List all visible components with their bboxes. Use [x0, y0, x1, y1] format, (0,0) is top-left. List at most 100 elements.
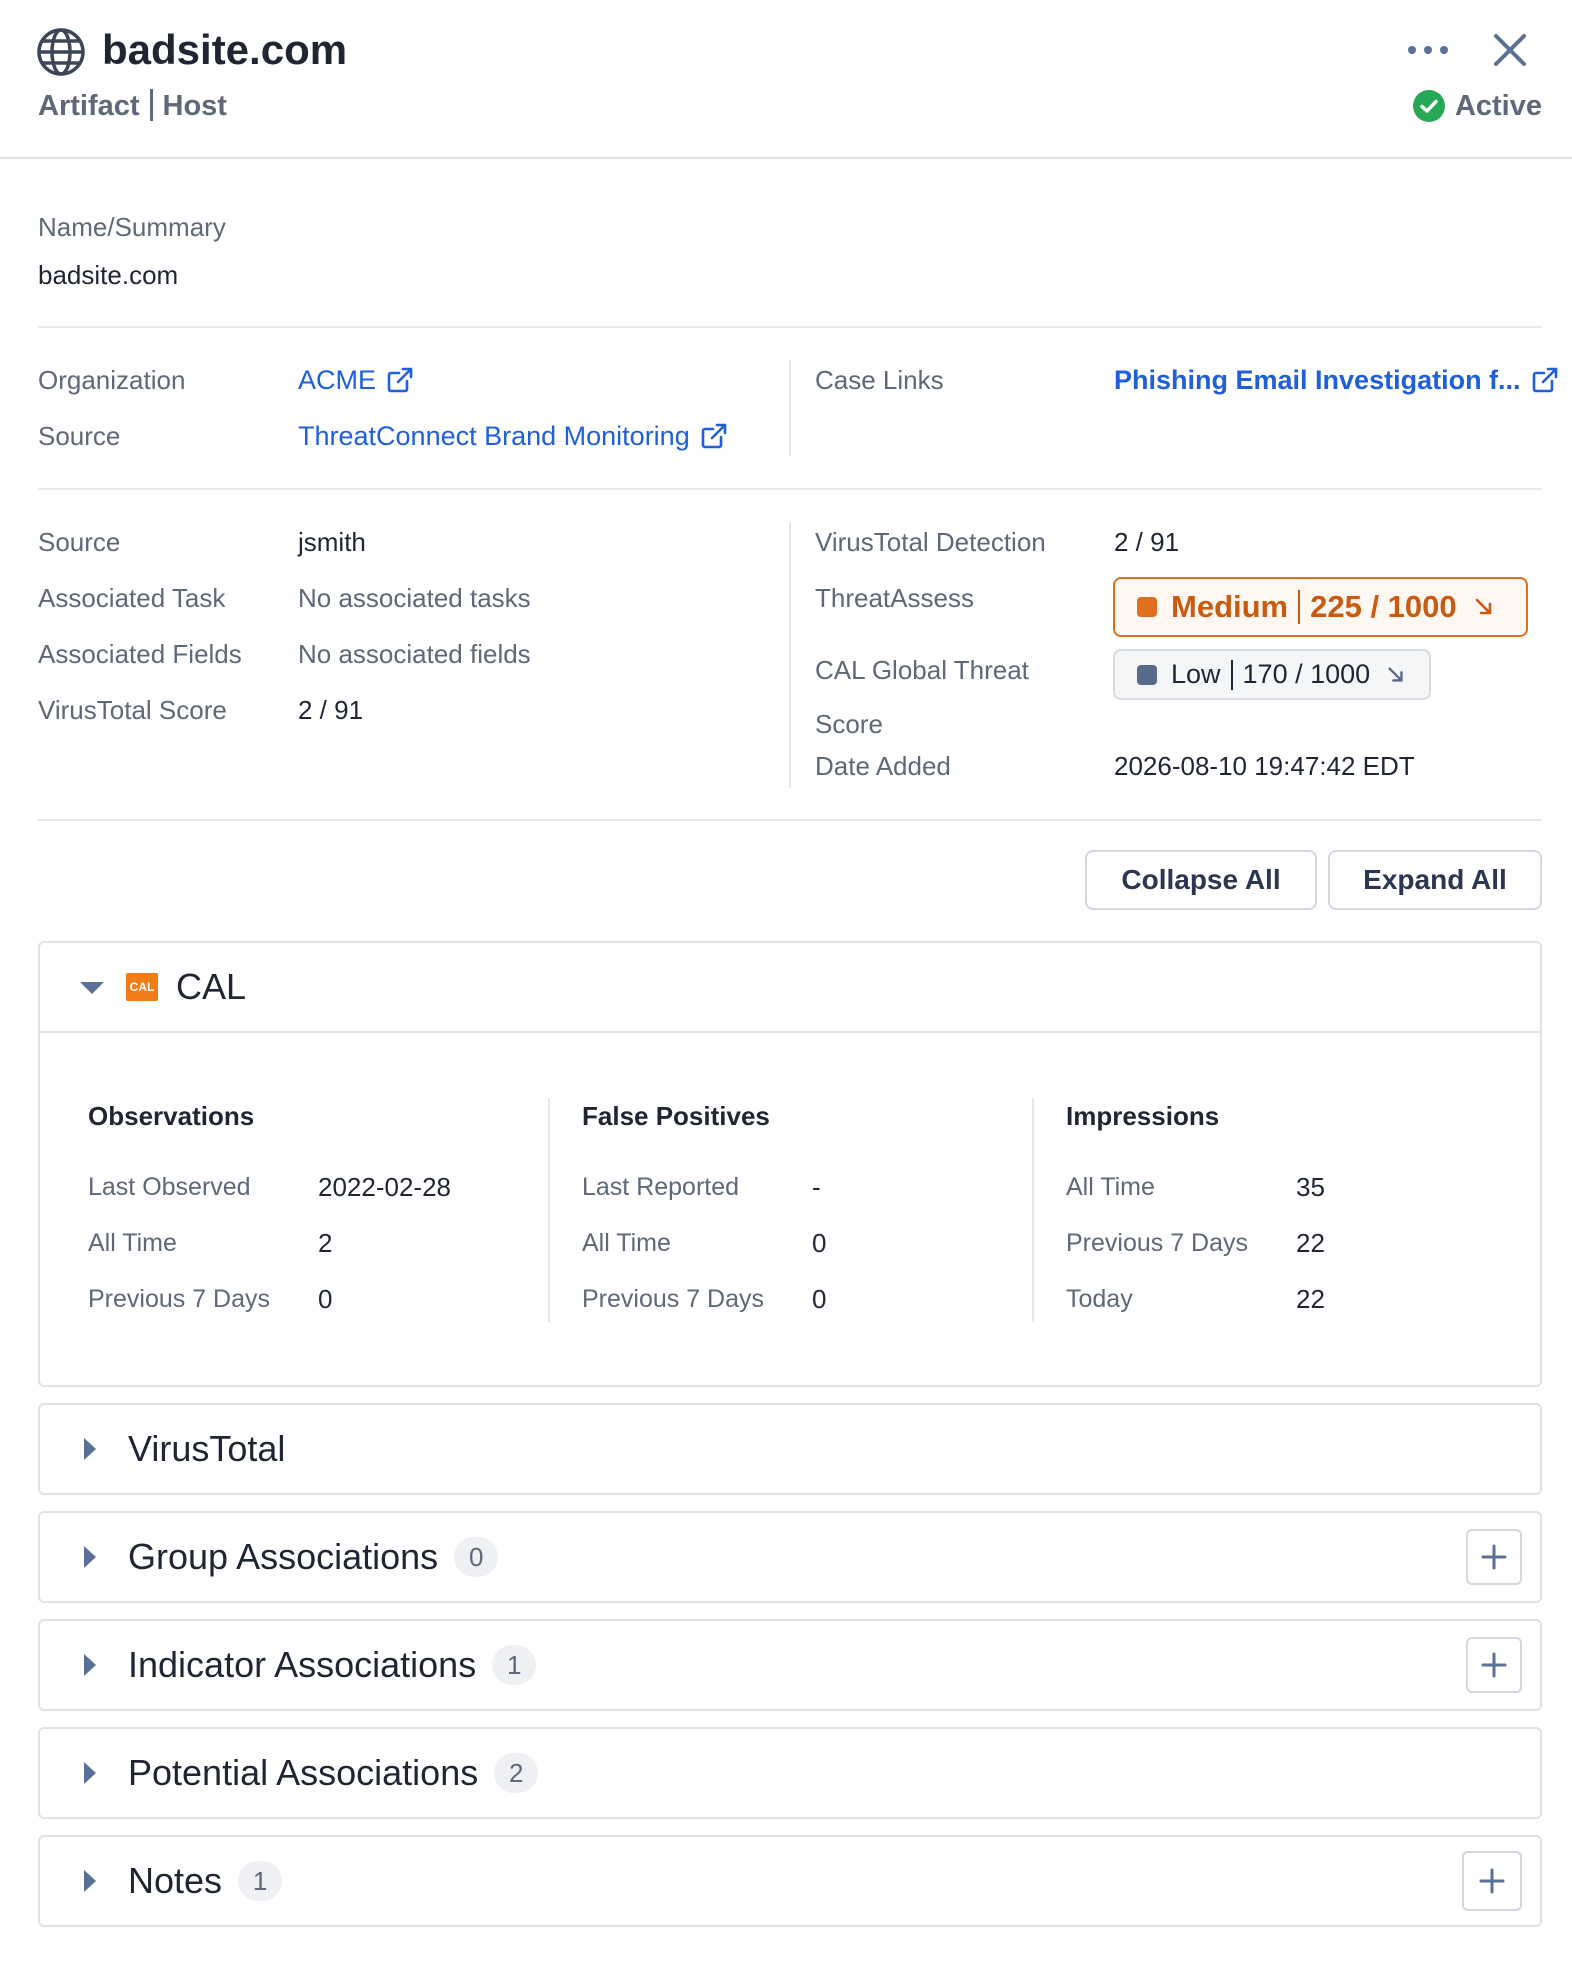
external-link-icon [1532, 367, 1557, 393]
cal-panel-title: CAL [176, 966, 247, 1007]
globe-icon [37, 28, 85, 76]
impressions-title: Impressions [1066, 1101, 1220, 1131]
cal-score-label-line1: CAL Global Threat [815, 655, 1029, 685]
plus-icon [1481, 1652, 1507, 1678]
organization-link[interactable]: ACME [298, 362, 414, 398]
fp-prev7-label: Previous 7 Days [582, 1285, 765, 1313]
associated-task-value: No associated tasks [298, 583, 531, 613]
fp-all-time-value: 0 [812, 1228, 827, 1258]
imp-prev7-value: 22 [1296, 1228, 1325, 1258]
vt-detection-label: VirusTotal Detection [815, 527, 1046, 557]
caret-down-icon [80, 982, 104, 994]
divider [38, 488, 1542, 490]
column-divider [789, 360, 791, 456]
close-icon [1494, 34, 1526, 66]
potential-associations-title: Potential Associations [128, 1752, 479, 1793]
case-link-text: Phishing Email Investigation f... [1114, 365, 1521, 395]
fp-prev7-value: 0 [812, 1284, 827, 1314]
column-divider [548, 1098, 550, 1322]
case-links-label: Case Links [815, 365, 944, 395]
caret-right-icon [84, 1762, 96, 1784]
count-badge: 1 [492, 1645, 537, 1685]
badge-separator [1298, 590, 1301, 624]
virustotal-panel: VirusTotal [38, 1403, 1542, 1495]
notes-title: Notes [128, 1860, 223, 1901]
last-observed-value: 2022-02-28 [318, 1172, 451, 1202]
external-link-icon [387, 367, 413, 393]
column-divider [789, 522, 791, 788]
more-options-button[interactable] [1404, 32, 1454, 68]
indicator-associations-header[interactable]: Indicator Associations 1 [40, 1621, 1540, 1709]
count-badge: 1 [238, 1861, 283, 1901]
associated-fields-label: Associated Fields [38, 639, 242, 669]
notes-panel: Notes 1 [38, 1835, 1542, 1927]
virustotal-panel-header[interactable]: VirusTotal [40, 1405, 1540, 1493]
virustotal-score-value: 2 / 91 [298, 695, 364, 725]
add-indicator-association-button[interactable] [1466, 1637, 1522, 1693]
threatassess-badge[interactable]: Medium 225 / 1000 [1113, 577, 1528, 637]
group-associations-panel: Group Associations 0 [38, 1511, 1542, 1603]
indicator-associations-title: Indicator Associations [128, 1644, 477, 1685]
artifact-type: Artifact Host [38, 86, 227, 126]
last-observed-label: Last Observed [88, 1173, 251, 1201]
source-label: Source [38, 421, 121, 451]
threatassess-level: Medium [1171, 589, 1289, 624]
cal-score-badge[interactable]: Low 170 / 1000 [1113, 649, 1431, 700]
arrow-down-right-icon [1388, 666, 1403, 682]
count-badge: 2 [494, 1753, 539, 1793]
imp-all-time-value: 35 [1296, 1172, 1325, 1202]
ellipsis-icon [1408, 46, 1448, 54]
add-group-association-button[interactable] [1466, 1529, 1522, 1585]
plus-icon [1481, 1544, 1507, 1570]
severity-square-icon [1137, 664, 1157, 685]
count-badge: 0 [454, 1537, 499, 1577]
imp-prev7-label: Previous 7 Days [1066, 1229, 1249, 1257]
cal-score-label: CAL Global Threat Score [815, 652, 1029, 742]
organization-link-text: ACME [298, 365, 377, 395]
column-divider [1032, 1098, 1034, 1322]
external-link-icon [701, 423, 727, 449]
plus-icon [1479, 1868, 1505, 1894]
organization-label: Organization [38, 365, 186, 395]
imp-all-time-label: All Time [1066, 1173, 1155, 1201]
source-link-text: ThreatConnect Brand Monitoring [298, 421, 690, 451]
cal-score-level: Low [1171, 659, 1221, 689]
case-link[interactable]: Phishing Email Investigation f... [1114, 362, 1559, 398]
group-associations-header[interactable]: Group Associations 0 [40, 1513, 1540, 1601]
imp-today-label: Today [1066, 1285, 1133, 1313]
caret-right-icon [84, 1438, 96, 1460]
add-note-button[interactable] [1462, 1851, 1522, 1911]
expand-all-button[interactable]: Expand All [1328, 850, 1542, 910]
badge-separator [1230, 659, 1233, 690]
cal-logo-icon: CAL [126, 973, 158, 1001]
potential-associations-header[interactable]: Potential Associations 2 [40, 1729, 1540, 1817]
divider [38, 326, 1542, 328]
status-badge: Active [1412, 86, 1542, 126]
artifact-header: badsite.com Artifact Host Active [0, 0, 1572, 159]
associated-task-label: Associated Task [38, 583, 226, 613]
arrow-down-right-icon [1475, 598, 1491, 615]
group-associations-title: Group Associations [128, 1536, 439, 1577]
cal-panel-header[interactable]: CAL CAL [40, 943, 1540, 1033]
cal-panel: CAL CAL Observations Last Observed 2022-… [38, 941, 1542, 1387]
artifact-type-label: Artifact [38, 90, 140, 122]
obs-all-time-label: All Time [88, 1229, 177, 1257]
summary-label: Name/Summary [38, 212, 226, 242]
notes-header[interactable]: Notes 1 [40, 1837, 1540, 1925]
artifact-title: badsite.com [102, 26, 348, 73]
collapse-all-button[interactable]: Collapse All [1085, 850, 1317, 910]
caret-right-icon [84, 1870, 96, 1892]
obs-all-time-value: 2 [318, 1228, 333, 1258]
close-button[interactable] [1490, 30, 1530, 70]
artifact-subtype-label: Host [162, 90, 227, 122]
indicator-associations-panel: Indicator Associations 1 [38, 1619, 1542, 1711]
last-reported-label: Last Reported [582, 1173, 740, 1201]
potential-associations-panel: Potential Associations 2 [38, 1727, 1542, 1819]
source-link[interactable]: ThreatConnect Brand Monitoring [298, 418, 728, 454]
fp-all-time-label: All Time [582, 1229, 671, 1257]
divider [38, 819, 1542, 821]
false-positives-title: False Positives [582, 1101, 770, 1131]
detail-source-label: Source [38, 527, 121, 557]
virustotal-panel-title: VirusTotal [128, 1428, 286, 1469]
obs-prev7-label: Previous 7 Days [88, 1285, 271, 1313]
